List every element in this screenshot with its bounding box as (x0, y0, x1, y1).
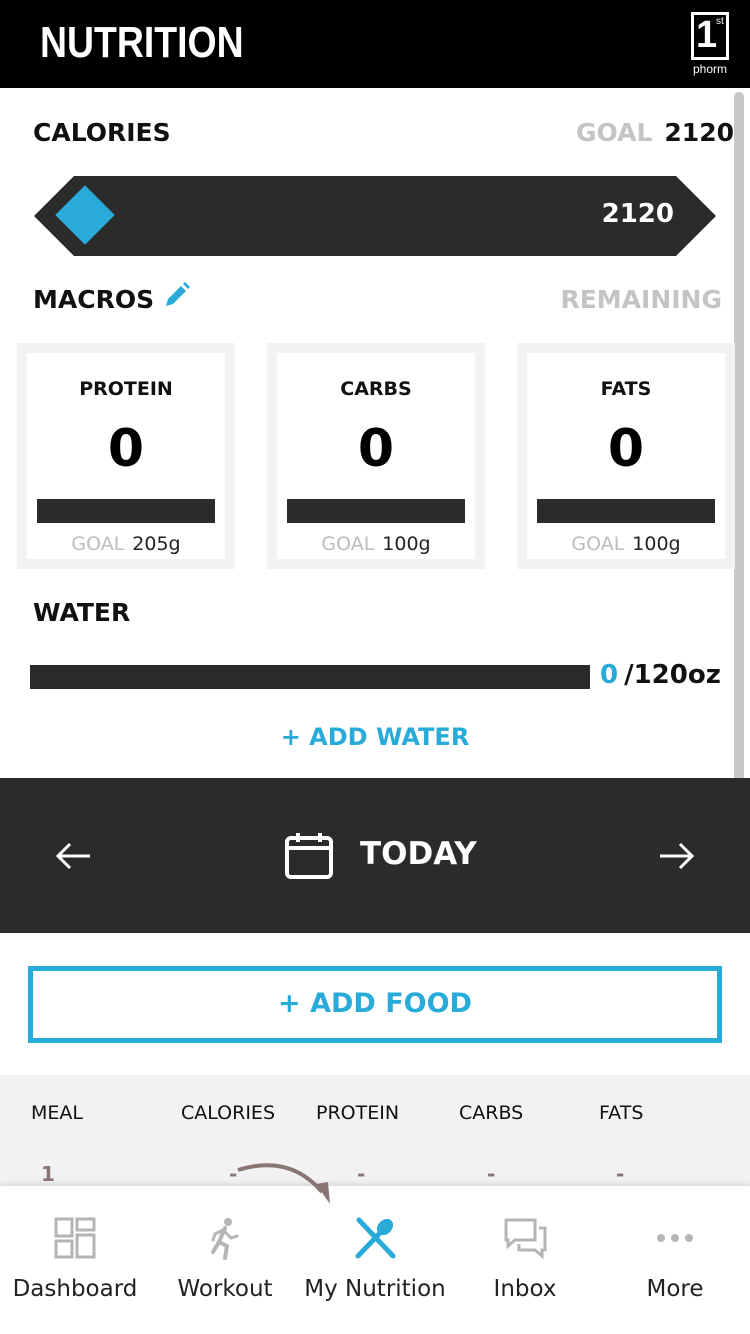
tab-dashboard[interactable]: Dashboard (0, 1186, 150, 1334)
macro-goal-word: GOAL (71, 533, 125, 555)
macro-progress-bar (537, 499, 715, 523)
water-label: WATER (33, 598, 131, 627)
edit-pencil-icon[interactable] (162, 280, 192, 310)
macro-progress-bar (287, 499, 465, 523)
tab-my-nutrition[interactable]: My Nutrition (300, 1186, 450, 1334)
macro-goal-value: 100g (382, 533, 431, 555)
water-readout: 0/120oz (600, 660, 721, 690)
runner-icon (211, 1218, 239, 1260)
app-header: NUTRITION 1 st phorm (0, 0, 750, 88)
calories-bar-value: 2120 (601, 199, 674, 229)
tab-label: Dashboard (12, 1276, 138, 1302)
water-current: 0 (600, 660, 619, 690)
logo-number: 1 (696, 14, 718, 56)
scrollbar[interactable] (734, 92, 744, 782)
table-cell-carbs: - (487, 1162, 496, 1186)
page-title: NUTRITION (40, 18, 244, 67)
water-progress-bar (30, 665, 590, 689)
macro-goal-word: GOAL (321, 533, 375, 555)
date-label[interactable]: TODAY (360, 836, 477, 872)
macro-card-fats: FATS 0 GOAL 100g (517, 343, 735, 569)
macro-name: PROTEIN (79, 378, 173, 400)
chat-bubbles-icon (504, 1218, 547, 1260)
calories-goal: GOAL 2120 (576, 118, 734, 147)
logo-text: phorm (692, 62, 727, 76)
table-cell-protein: - (357, 1162, 366, 1186)
table-cell-meal[interactable]: 1 (41, 1162, 55, 1186)
tab-workout[interactable]: Workout (150, 1186, 300, 1334)
arrow-left-icon[interactable] (54, 836, 94, 876)
dashboard-icon (54, 1217, 96, 1259)
macro-card-protein: PROTEIN 0 GOAL 205g (17, 343, 235, 569)
macro-goal: GOAL 100g (277, 533, 475, 555)
macro-value: 0 (357, 419, 395, 479)
table-header-meal: MEAL (31, 1102, 83, 1124)
water-total: /120oz (624, 660, 721, 690)
macro-goal-value: 205g (132, 533, 181, 555)
tab-label: Workout (177, 1276, 273, 1302)
macro-card-inner: CARBS 0 GOAL 100g (277, 353, 475, 559)
remaining-toggle[interactable]: REMAINING (560, 285, 722, 314)
tab-label: Inbox (493, 1276, 557, 1302)
table-cell-fats: - (616, 1162, 625, 1186)
macro-card-inner: PROTEIN 0 GOAL 205g (27, 353, 225, 559)
macro-card-carbs: CARBS 0 GOAL 100g (267, 343, 485, 569)
tab-more[interactable]: More (600, 1186, 750, 1334)
calendar-icon[interactable] (284, 832, 334, 880)
goal-value: 2120 (664, 118, 734, 147)
macro-goal-word: GOAL (571, 533, 625, 555)
macro-goal-value: 100g (632, 533, 681, 555)
spoon-knife-icon (355, 1217, 396, 1259)
arrow-right-icon[interactable] (656, 836, 696, 876)
macro-card-inner: FATS 0 GOAL 100g (527, 353, 725, 559)
add-food-button[interactable]: + ADD FOOD (28, 966, 722, 1043)
macro-value: 0 (107, 419, 145, 479)
macro-progress-bar (37, 499, 215, 523)
table-header-calories: CALORIES (181, 1102, 275, 1124)
table-header-fats: FATS (599, 1102, 644, 1124)
tab-label: More (646, 1276, 704, 1302)
macro-goal: GOAL 205g (27, 533, 225, 555)
goal-word: GOAL (576, 118, 653, 147)
macro-value: 0 (607, 419, 645, 479)
table-header-carbs: CARBS (459, 1102, 524, 1124)
brand-logo: 1 st phorm (690, 12, 730, 76)
macro-goal: GOAL 100g (527, 533, 725, 555)
logo-superscript: st (716, 16, 724, 27)
calories-label: CALORIES (33, 118, 171, 147)
macros-label: MACROS (33, 285, 155, 314)
more-dots-icon (657, 1234, 693, 1242)
add-water-button[interactable]: + ADD WATER (0, 723, 750, 751)
macro-name: FATS (600, 378, 652, 400)
table-header-protein: PROTEIN (316, 1102, 400, 1124)
tab-label: My Nutrition (304, 1276, 446, 1302)
tab-inbox[interactable]: Inbox (450, 1186, 600, 1334)
macro-name: CARBS (340, 378, 412, 400)
